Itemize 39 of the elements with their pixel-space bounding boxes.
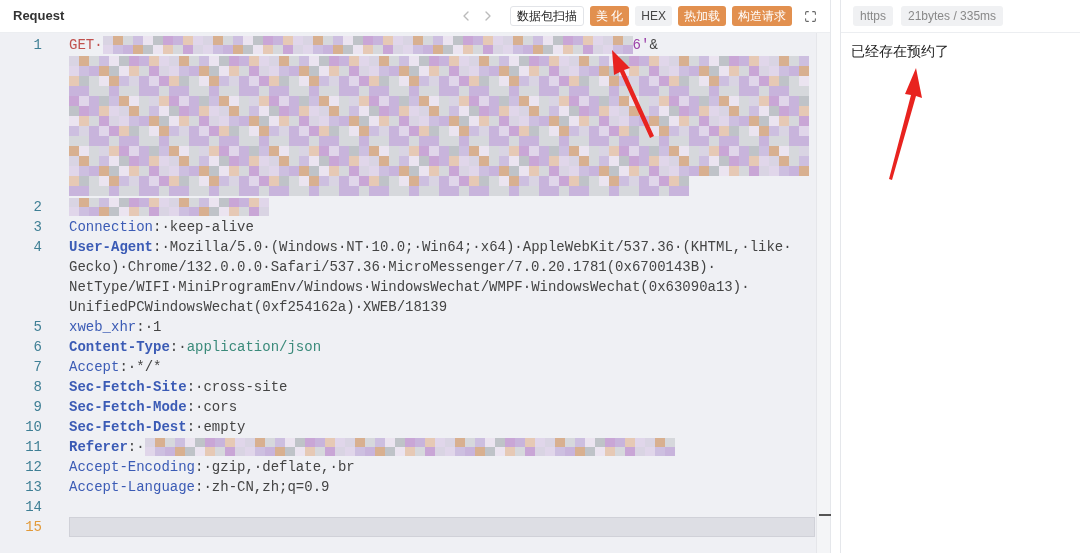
code-line: Accept-Encoding:·gzip,·deflate,·br [69, 458, 356, 477]
code-line: User-Agent:·Mozilla/5.0·(Windows·NT·10.0;·Win64;·x64)·AppleWebKit/537.36·(KHTML,·like·Gecko)·Chrome/132.0.0.0·Safari/537.36·MicroMessenger/7.0.20.1781(0x6700143B)·NetType/WIFI·MiniProgramEnv/Windows·WindowsWechat/WMPF·WindowsWechat(0x63090a13)·UnifiedPCWindowsWechat(0xf254162a)·XWEB/18139 [69, 238, 793, 317]
code-line: Accept-Language:·zh-CN,zh;q=0.9 [69, 478, 331, 497]
code-line: Sec-Fetch-Site:·cross-site [69, 378, 289, 397]
code-text: & [649, 37, 658, 53]
code-text: :· [127, 439, 145, 455]
line-number: 6 [32, 338, 42, 357]
toolbar-button[interactable]: HEX [635, 6, 672, 26]
line-number: 7 [32, 358, 42, 377]
line-number: 9 [32, 398, 42, 417]
response-tag: https [853, 6, 893, 26]
line-number: 12 [24, 458, 42, 477]
line-number: 4 [32, 238, 42, 257]
header-name: Referer [69, 439, 128, 455]
code-line: Sec-Fetch-Dest:·empty [69, 418, 247, 437]
code-text: 6' [632, 37, 650, 53]
line-number: 10 [24, 418, 42, 437]
toolbar-button[interactable]: 数据包扫描 [509, 6, 584, 26]
response-body: 已经存在预约了 [850, 42, 950, 61]
toolbar-button[interactable]: 美 化 [589, 6, 630, 26]
code-line: xweb_xhr:·1 [69, 318, 163, 337]
line-number: 1 [32, 36, 42, 55]
line-number: 8 [32, 378, 42, 397]
panel-title: Request [13, 7, 65, 26]
line-number: 14 [24, 498, 42, 517]
code-line: Connection:·keep-alive [69, 218, 255, 237]
line-number: 2 [32, 198, 42, 217]
code-line: Content-Type:·application/json [69, 338, 323, 357]
code-line: Accept:·*/* [69, 358, 163, 377]
toolbar-button[interactable]: 热加载 [678, 6, 726, 26]
http-method: GET· [69, 37, 103, 53]
toolbar-button[interactable]: 构造请求 [732, 6, 792, 26]
line-number: 15 [24, 518, 42, 537]
code-line: Sec-Fetch-Mode:·cors [69, 398, 239, 417]
line-number: 13 [24, 478, 42, 497]
response-tag: 21bytes / 335ms [901, 6, 1004, 26]
line-number: 11 [24, 438, 42, 457]
line-number: 3 [32, 218, 42, 237]
line-number: 5 [32, 318, 42, 337]
